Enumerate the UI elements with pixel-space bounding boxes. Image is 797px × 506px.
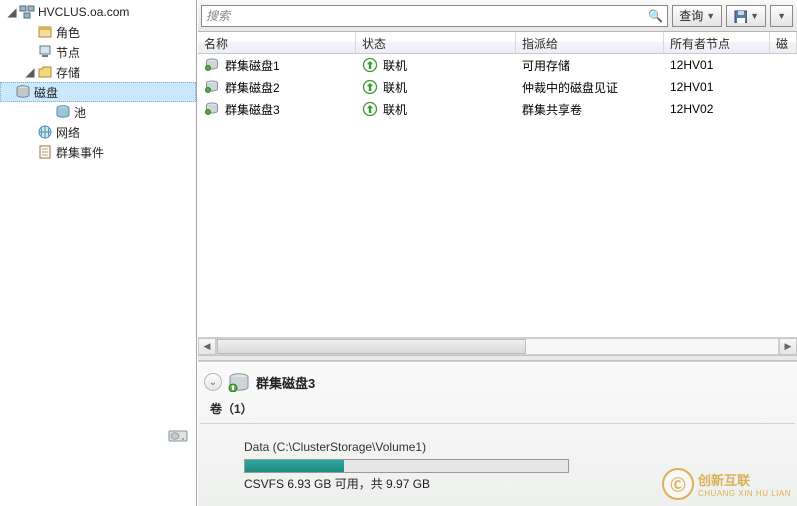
tree-item-pools[interactable]: 池: [0, 102, 196, 122]
table-row[interactable]: 群集磁盘3 联机 群集共享卷 12HV02: [198, 98, 797, 120]
floppy-icon: [733, 9, 747, 23]
col-name[interactable]: 名称: [198, 32, 356, 53]
tree-label: 网络: [54, 124, 80, 141]
search-icon[interactable]: 🔍: [648, 9, 663, 23]
table-body: 群集磁盘1联机可用存储12HV01群集磁盘2联机仲裁中的磁盘见证12HV01群集…: [198, 54, 797, 337]
tree-label: HVCLUS.oa.com: [36, 5, 129, 19]
tree-label: 节点: [54, 44, 80, 61]
horizontal-scrollbar[interactable]: ◀ ▶: [198, 337, 797, 355]
cell-name: 群集磁盘1: [225, 57, 280, 74]
pool-icon: [54, 104, 72, 120]
usage-bar: [244, 459, 569, 473]
tree-label: 池: [72, 104, 86, 121]
search-placeholder: 搜索: [206, 7, 230, 24]
main-pane: 搜索 🔍 查询 ▼ ▼ ▼ 名称 状态 指派给 所有者节点 磁盘 群集磁盘1 联机…: [197, 0, 797, 506]
tree-item-nodes[interactable]: 节点: [0, 42, 196, 62]
cell-name: 群集磁盘3: [225, 101, 280, 118]
disk-big-icon: [228, 372, 250, 392]
cell-assigned: 仲裁中的磁盘见证: [522, 79, 618, 96]
col-disk[interactable]: 磁盘: [770, 32, 797, 53]
tree-item-storage[interactable]: ◢ 存储: [0, 62, 196, 82]
tree-root[interactable]: ◢ HVCLUS.oa.com: [0, 2, 196, 22]
table-row[interactable]: 群集磁盘1 联机 可用存储 12HV01: [198, 54, 797, 76]
tree-label: 存储: [54, 64, 80, 81]
scroll-thumb[interactable]: [217, 339, 526, 354]
cell-status: 联机: [383, 79, 407, 96]
cell-owner: 12HV01: [670, 58, 713, 72]
online-icon: [362, 57, 378, 73]
cell-status: 联机: [383, 57, 407, 74]
scroll-right-icon[interactable]: ▶: [779, 338, 797, 355]
events-icon: [36, 144, 54, 160]
chevron-down-icon: ▼: [777, 11, 786, 21]
cell-status: 联机: [383, 101, 407, 118]
cluster-icon: [18, 4, 36, 20]
save-button[interactable]: ▼: [726, 5, 766, 27]
tree-label: 磁盘: [32, 84, 58, 101]
disk-icon: [14, 84, 32, 100]
tree-item-events[interactable]: 群集事件: [0, 142, 196, 162]
scroll-left-icon[interactable]: ◀: [198, 338, 216, 355]
table-header: 名称 状态 指派给 所有者节点 磁盘: [198, 32, 797, 54]
disk-icon: [204, 79, 220, 95]
watermark-subtext: CHUANG XIN HU LIAN: [698, 489, 791, 498]
table-row[interactable]: 群集磁盘2 联机 仲裁中的磁盘见证 12HV01: [198, 76, 797, 98]
volumes-header: 卷（1）: [200, 398, 795, 424]
col-owner[interactable]: 所有者节点: [664, 32, 770, 53]
scroll-track[interactable]: [216, 338, 779, 355]
collapse-button[interactable]: ⌄: [204, 373, 222, 391]
query-button[interactable]: 查询 ▼: [672, 5, 722, 27]
disk-icon: [204, 57, 220, 73]
tree-item-network[interactable]: 网络: [0, 122, 196, 142]
cell-assigned: 可用存储: [522, 57, 570, 74]
expander-icon[interactable]: ◢: [6, 5, 18, 19]
nodes-icon: [36, 44, 54, 60]
tree-label: 群集事件: [54, 144, 104, 161]
tree-item-roles[interactable]: 角色: [0, 22, 196, 42]
col-status[interactable]: 状态: [356, 32, 516, 53]
folder-icon: [36, 64, 54, 80]
detail-title: 群集磁盘3: [256, 373, 315, 392]
query-label: 查询: [679, 7, 703, 24]
toolbar: 搜索 🔍 查询 ▼ ▼ ▼: [198, 0, 797, 32]
disk-icon: [204, 101, 220, 117]
more-button[interactable]: ▼: [770, 5, 793, 27]
search-input[interactable]: 搜索 🔍: [201, 5, 668, 27]
network-icon: [36, 124, 54, 140]
usage-bar-fill: [245, 460, 344, 472]
drive-icon: [168, 427, 188, 445]
cell-assigned: 群集共享卷: [522, 101, 582, 118]
chevron-down-icon: ▼: [706, 11, 715, 21]
cell-owner: 12HV02: [670, 102, 713, 116]
volume-path: Data (C:\ClusterStorage\Volume1): [244, 438, 797, 457]
watermark-logo-icon: Ⓒ: [662, 468, 694, 500]
watermark-text: 创新互联: [698, 470, 791, 489]
cell-name: 群集磁盘2: [225, 79, 280, 96]
online-icon: [362, 79, 378, 95]
tree-item-disks[interactable]: 磁盘: [0, 82, 196, 102]
tree-label: 角色: [54, 24, 80, 41]
chevron-down-icon: ▼: [750, 11, 759, 21]
online-icon: [362, 101, 378, 117]
col-assigned[interactable]: 指派给: [516, 32, 664, 53]
roles-icon: [36, 24, 54, 40]
expander-icon[interactable]: ◢: [24, 65, 36, 79]
cell-owner: 12HV01: [670, 80, 713, 94]
watermark: Ⓒ 创新互联 CHUANG XIN HU LIAN: [662, 468, 791, 500]
